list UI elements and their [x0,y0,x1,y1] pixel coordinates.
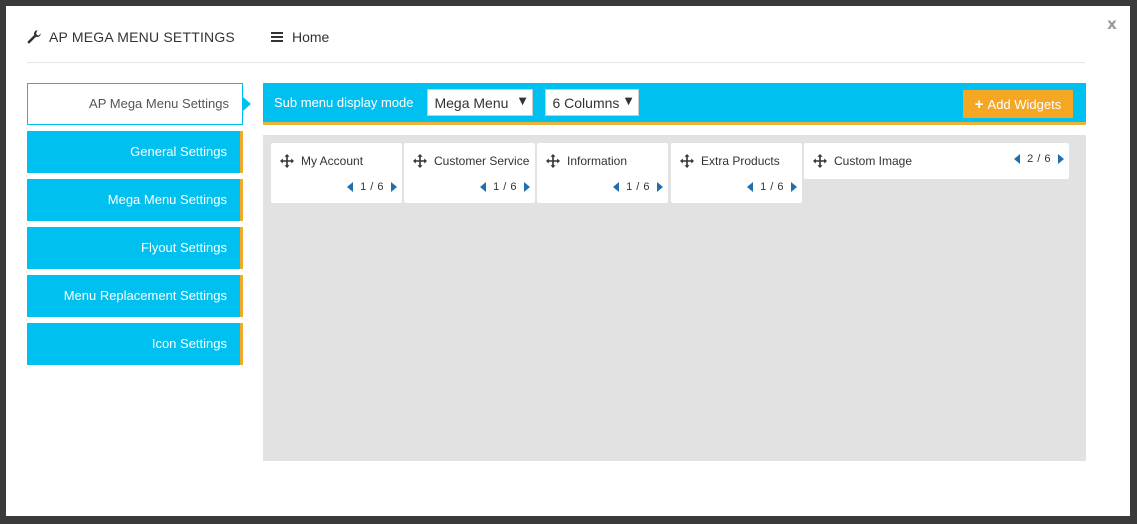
display-mode-value: Mega Menu [434,94,509,111]
sidebar-item-mega-menu-settings[interactable]: Mega Menu Settings [27,179,243,221]
widget-page: 1 / 6 [360,181,384,193]
move-icon[interactable] [680,154,694,168]
add-widgets-label: Add Widgets [987,96,1062,112]
widget-card-my-account[interactable]: My Account 1 / 6 [271,143,402,203]
widget-title: Extra Products [701,154,780,168]
modal-title: AP MEGA MENU SETTINGS [49,29,235,45]
widget-canvas: My Account 1 / 6 Customer Service 1 / 6 [263,135,1086,461]
sidebar-item-menu-replacement-settings[interactable]: Menu Replacement Settings [27,275,243,317]
sidebar-item-flyout-settings[interactable]: Flyout Settings [27,227,243,269]
title-wrap: AP MEGA MENU SETTINGS [26,29,235,45]
arrow-right-icon[interactable] [391,182,397,192]
move-icon[interactable] [546,154,560,168]
home-label: Home [291,29,330,45]
widget-pager: 1 / 6 [480,181,530,193]
arrow-right-icon[interactable] [657,182,663,192]
display-mode-label: Sub menu display mode [274,95,414,110]
hamburger-icon [270,32,283,42]
arrow-right-icon[interactable] [524,182,530,192]
widget-card-customer-service[interactable]: Customer Service 1 / 6 [404,143,535,203]
arrow-right-icon[interactable] [791,182,797,192]
arrow-left-icon[interactable] [747,182,754,192]
caret-down-icon: ▼ [518,96,527,107]
arrow-left-icon[interactable] [347,182,354,192]
header-divider [27,62,1085,63]
widget-title: Information [567,154,628,168]
columns-select[interactable]: 6 Columns ▼ [545,89,640,116]
move-icon[interactable] [280,154,294,168]
display-mode-select[interactable]: Mega Menu ▼ [427,89,534,116]
sidebar-item-icon-settings[interactable]: Icon Settings [27,323,243,365]
widget-pager: 2 / 6 [1014,153,1064,165]
move-icon[interactable] [813,154,827,168]
move-icon[interactable] [413,154,427,168]
main-panel: Sub menu display mode Mega Menu ▼ 6 Colu… [263,83,1086,461]
add-widgets-button[interactable]: + Add Widgets [963,90,1073,118]
home-link[interactable]: Home [270,29,330,45]
close-button[interactable]: x [1102,14,1122,34]
arrow-left-icon[interactable] [480,182,487,192]
widget-pager: 1 / 6 [347,181,397,193]
widget-page: 1 / 6 [626,181,650,193]
widget-pager: 1 / 6 [613,181,663,193]
widget-page: 1 / 6 [760,181,784,193]
arrow-right-icon[interactable] [1058,154,1064,164]
widget-title: Customer Service [434,154,530,168]
widget-card-information[interactable]: Information 1 / 6 [537,143,668,203]
arrow-left-icon[interactable] [613,182,620,192]
sidebar-item-general-settings[interactable]: General Settings [27,131,243,173]
mode-toolbar: Sub menu display mode Mega Menu ▼ 6 Colu… [263,83,1086,125]
widget-page: 2 / 6 [1027,153,1051,165]
plus-icon: + [974,95,984,113]
settings-sidebar: AP Mega Menu Settings General Settings M… [27,83,251,371]
caret-down-icon: ▼ [624,96,633,107]
widget-title: Custom Image [834,154,913,168]
modal-header: AP MEGA MENU SETTINGS Home [26,26,329,48]
settings-modal: x AP MEGA MENU SETTINGS Home AP Mega Men… [6,6,1130,516]
widget-pager: 1 / 6 [747,181,797,193]
wrench-icon [26,29,42,45]
columns-value: 6 Columns [552,94,620,111]
arrow-left-icon[interactable] [1014,154,1021,164]
widget-card-custom-image[interactable]: Custom Image 2 / 6 [804,143,1069,179]
widget-card-extra-products[interactable]: Extra Products 1 / 6 [671,143,802,203]
sidebar-item-ap-mega-menu-settings[interactable]: AP Mega Menu Settings [27,83,251,125]
widget-page: 1 / 6 [493,181,517,193]
widget-title: My Account [301,154,364,168]
